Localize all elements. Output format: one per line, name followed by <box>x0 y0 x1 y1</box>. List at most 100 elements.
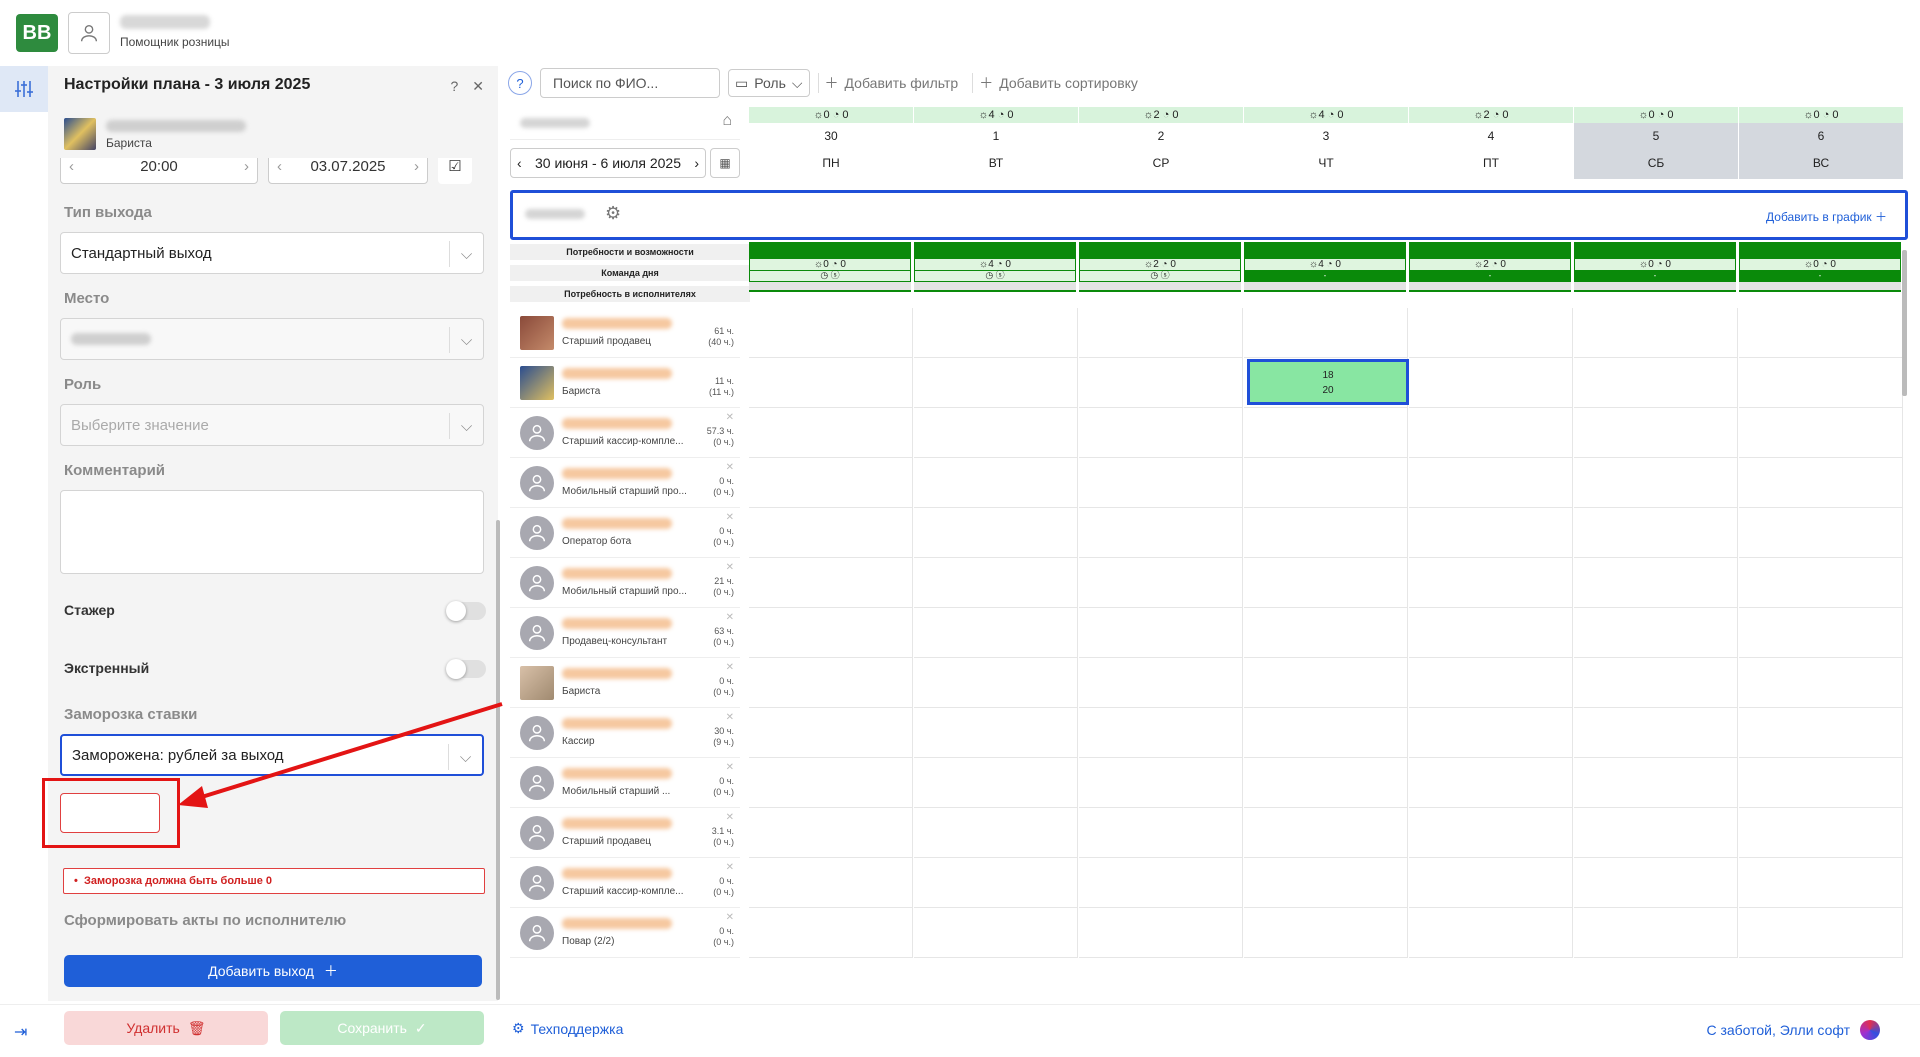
employee-row[interactable]: Старший кассир-компле... 0 ч. (0 ч.) ✕ <box>510 858 740 908</box>
schedule-cell[interactable] <box>749 458 913 508</box>
add-sort-button[interactable]: ＋ Добавить сортировку <box>972 73 1144 93</box>
employee-row[interactable]: Повар (2/2) 0 ч. (0 ч.) ✕ <box>510 908 740 958</box>
schedule-cell[interactable] <box>914 558 1078 608</box>
schedule-cell[interactable] <box>749 858 913 908</box>
schedule-cell[interactable] <box>1574 458 1738 508</box>
schedule-cell[interactable] <box>1079 758 1243 808</box>
confirm-date-icon[interactable]: ☑ <box>438 158 472 184</box>
employee-row[interactable]: Оператор бота 0 ч. (0 ч.) ✕ <box>510 508 740 558</box>
delete-button[interactable]: Удалить 🗑 <box>64 1011 268 1045</box>
schedule-cell[interactable] <box>1244 458 1408 508</box>
schedule-cell[interactable] <box>749 908 913 958</box>
day-header[interactable]: ☼4 ◔ 0 1 ВТ <box>914 107 1078 179</box>
panel-scrollbar[interactable] <box>496 520 500 1000</box>
schedule-cell[interactable] <box>1409 558 1573 608</box>
schedule-cell[interactable] <box>1079 808 1243 858</box>
remove-icon[interactable]: ✕ <box>726 562 734 573</box>
schedule-cell[interactable] <box>749 758 913 808</box>
schedule-cell[interactable] <box>1079 308 1243 358</box>
schedule-cell[interactable] <box>1079 458 1243 508</box>
remove-icon[interactable]: ✕ <box>726 912 734 923</box>
day-header[interactable]: ☼2 ◔ 0 4 ПТ <box>1409 107 1573 179</box>
employee-row[interactable]: Бариста 0 ч. (0 ч.) ✕ <box>510 658 740 708</box>
schedule-cell[interactable] <box>1244 408 1408 458</box>
support-link[interactable]: ⚙ Техподдержка <box>512 1020 623 1037</box>
employee-row[interactable]: Мобильный старший ... 0 ч. (0 ч.) ✕ <box>510 758 740 808</box>
schedule-cell[interactable] <box>914 658 1078 708</box>
settings-sliders-button[interactable] <box>0 66 48 112</box>
needs-column[interactable]: ☼0 ◔ 0- <box>1739 242 1901 306</box>
schedule-cell[interactable] <box>1244 758 1408 808</box>
schedule-cell[interactable] <box>1244 658 1408 708</box>
needs-column[interactable]: ☼2 ◔ 0 ◷ ⓢ <box>1079 242 1241 306</box>
schedule-cell[interactable] <box>914 608 1078 658</box>
user-avatar[interactable] <box>68 12 110 54</box>
employee-row[interactable]: Бариста 11 ч. (11 ч.) <box>510 358 740 408</box>
group-row[interactable]: ⚙ Добавить в график ＋ <box>510 190 1908 240</box>
add-to-schedule-link[interactable]: Добавить в график ＋ <box>1766 208 1887 225</box>
day-header[interactable]: ☼0 ◔ 0 6 ВС <box>1739 107 1903 179</box>
schedule-cell[interactable] <box>914 908 1078 958</box>
schedule-cell[interactable] <box>1739 308 1903 358</box>
schedule-cell[interactable] <box>1409 758 1573 808</box>
save-button[interactable]: Сохранить ✓ <box>280 1011 484 1045</box>
schedule-cell[interactable] <box>1079 658 1243 708</box>
schedule-cell[interactable] <box>749 408 913 458</box>
employee-row[interactable]: Старший продавец 3.1 ч. (0 ч.) ✕ <box>510 808 740 858</box>
add-filter-button[interactable]: ＋ Добавить фильтр <box>817 73 965 93</box>
remove-icon[interactable]: ✕ <box>726 762 734 773</box>
role-select[interactable]: Выберите значение ⌵ <box>60 404 484 446</box>
schedule-cell[interactable] <box>1409 508 1573 558</box>
needs-column[interactable]: ☼0 ◔ 0 ◷ ⓢ <box>749 242 911 306</box>
schedule-cell[interactable] <box>1574 358 1738 408</box>
schedule-cell[interactable] <box>749 658 913 708</box>
schedule-cell[interactable] <box>1079 508 1243 558</box>
day-header[interactable]: ☼2 ◔ 0 2 СР <box>1079 107 1243 179</box>
freeze-amount-input[interactable] <box>60 793 160 833</box>
freeze-select[interactable]: Заморожена: рублей за выход ⌵ <box>60 734 484 776</box>
schedule-cell[interactable] <box>749 708 913 758</box>
schedule-cell[interactable] <box>1574 808 1738 858</box>
help-icon[interactable]: ? <box>508 71 532 95</box>
schedule-cell[interactable] <box>1574 508 1738 558</box>
schedule-cell[interactable] <box>1079 358 1243 408</box>
schedule-cell[interactable] <box>1244 308 1408 358</box>
schedule-cell[interactable] <box>1409 858 1573 908</box>
employee-row[interactable]: Мобильный старший про... 21 ч. (0 ч.) ✕ <box>510 558 740 608</box>
schedule-cell[interactable] <box>1244 608 1408 658</box>
schedule-cell[interactable] <box>1739 858 1903 908</box>
schedule-cell[interactable] <box>1409 708 1573 758</box>
schedule-cell[interactable] <box>1244 808 1408 858</box>
employee-row[interactable]: Продавец-консультант 63 ч. (0 ч.) ✕ <box>510 608 740 658</box>
day-header[interactable]: ☼4 ◔ 0 3 ЧТ <box>1244 107 1408 179</box>
schedule-cell[interactable] <box>914 358 1078 408</box>
employee-row[interactable]: Старший кассир-компле... 57.3 ч. (0 ч.) ✕ <box>510 408 740 458</box>
remove-icon[interactable]: ✕ <box>726 412 734 423</box>
schedule-cell[interactable] <box>914 308 1078 358</box>
add-exit-button[interactable]: Добавить выход ＋ <box>64 955 482 987</box>
schedule-cell[interactable] <box>1739 458 1903 508</box>
intern-toggle[interactable] <box>446 601 486 621</box>
remove-icon[interactable]: ✕ <box>726 712 734 723</box>
schedule-cell[interactable] <box>1739 508 1903 558</box>
exit-type-select[interactable]: Стандартный выход ⌵ <box>60 232 484 274</box>
app-logo[interactable]: BB <box>16 14 58 52</box>
schedule-cell[interactable] <box>914 408 1078 458</box>
schedule-cell[interactable] <box>914 508 1078 558</box>
schedule-cell[interactable] <box>1739 758 1903 808</box>
schedule-cell[interactable] <box>1574 408 1738 458</box>
schedule-cell[interactable] <box>1574 558 1738 608</box>
remove-icon[interactable]: ✕ <box>726 862 734 873</box>
schedule-cell[interactable] <box>749 308 913 358</box>
shift-block[interactable]: 18 20 <box>1247 359 1409 405</box>
schedule-cell[interactable] <box>1079 708 1243 758</box>
schedule-cell[interactable] <box>1079 558 1243 608</box>
needs-column[interactable]: ☼4 ◔ 0 ◷ ⓢ <box>914 242 1076 306</box>
schedule-cell[interactable] <box>1574 308 1738 358</box>
schedule-cell[interactable] <box>1739 408 1903 458</box>
schedule-cell[interactable] <box>1739 658 1903 708</box>
schedule-cell[interactable] <box>914 758 1078 808</box>
schedule-cell[interactable] <box>1739 558 1903 608</box>
remove-icon[interactable]: ✕ <box>726 662 734 673</box>
store-selector[interactable]: ⌂ <box>510 108 740 140</box>
